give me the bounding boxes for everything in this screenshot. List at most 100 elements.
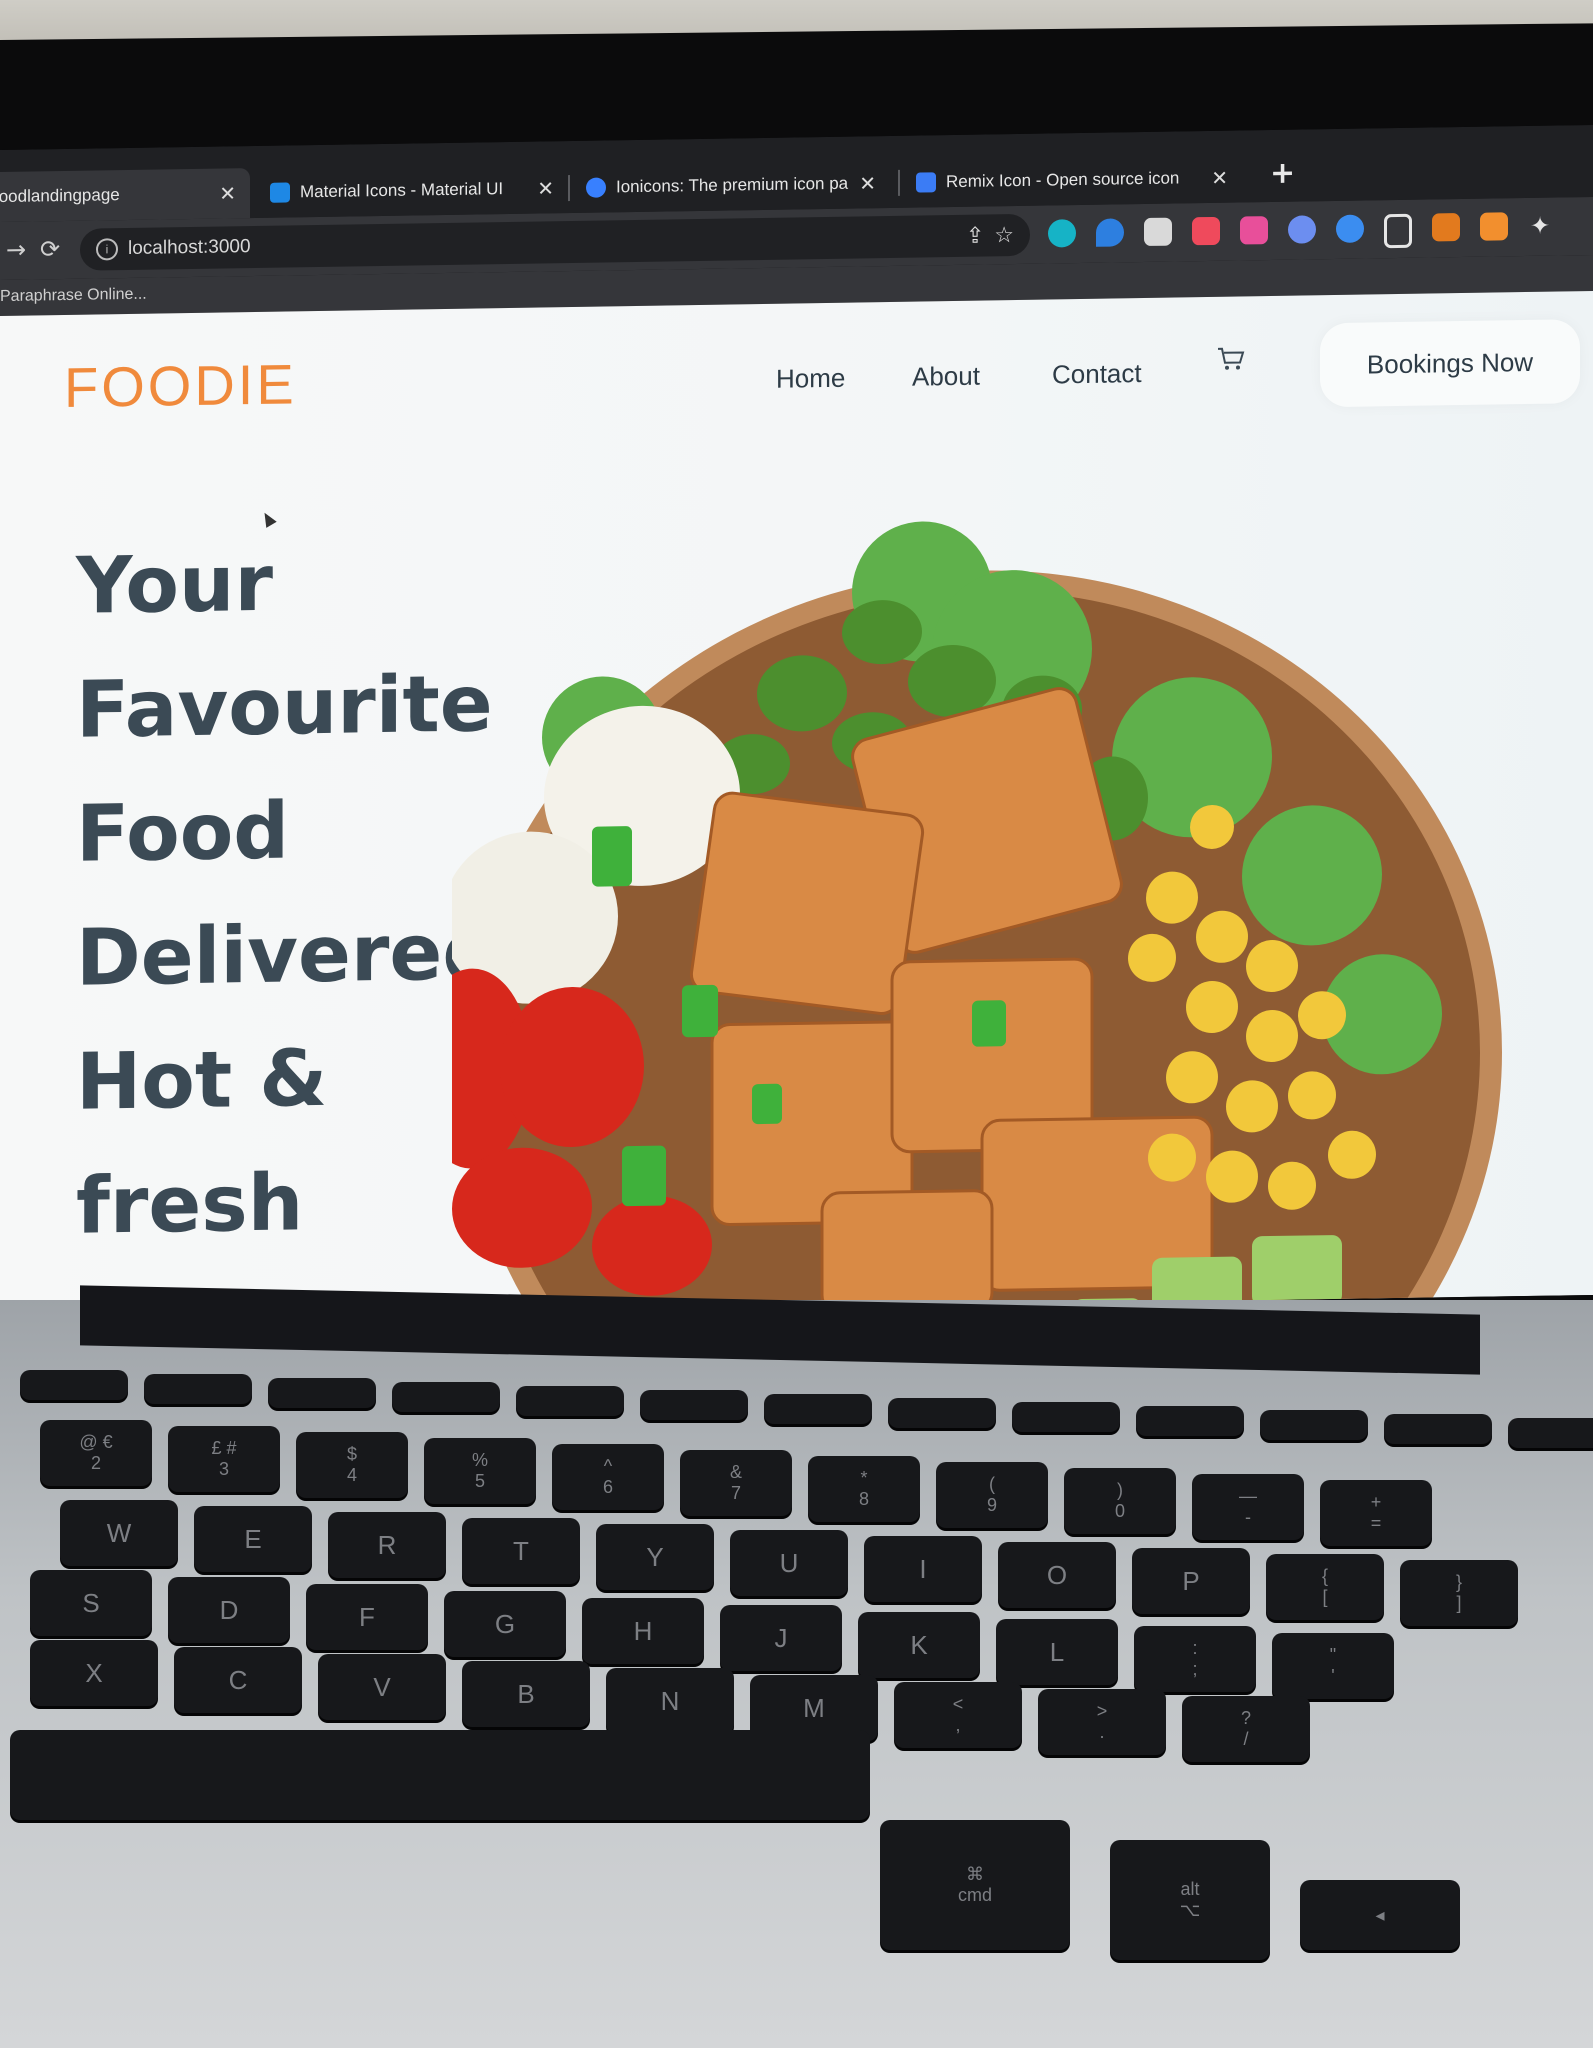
dropper-extension-icon[interactable] [1096, 218, 1124, 247]
function-key[interactable] [268, 1378, 376, 1408]
key-?/[interactable]: ? / [1182, 1696, 1310, 1762]
bookings-now-button[interactable]: Bookings Now [1320, 319, 1580, 408]
key-u[interactable]: U [730, 1530, 848, 1596]
key-t[interactable]: T [462, 1518, 580, 1584]
function-key[interactable] [144, 1374, 252, 1404]
function-key[interactable] [1136, 1406, 1244, 1436]
square-extension-icon[interactable] [1480, 212, 1508, 241]
key-l[interactable]: L [996, 1619, 1118, 1685]
address-text: localhost:3000 [128, 236, 251, 259]
function-key[interactable] [392, 1382, 500, 1412]
circle-extension-icon[interactable] [1288, 215, 1316, 244]
reload-icon[interactable]: ⟳ [40, 235, 60, 263]
key-y[interactable]: Y [596, 1524, 714, 1590]
close-icon[interactable]: ✕ [859, 171, 876, 196]
function-key[interactable] [1384, 1414, 1492, 1444]
function-key[interactable] [764, 1394, 872, 1424]
key-}][interactable]: } ] [1400, 1560, 1518, 1626]
key-w[interactable]: W [60, 1500, 178, 1566]
function-key[interactable] [1260, 1410, 1368, 1440]
material-ui-icon [270, 182, 290, 203]
key-—-[interactable]: — - [1192, 1474, 1304, 1540]
key-:;[interactable]: : ; [1134, 1626, 1256, 1692]
close-icon[interactable]: ✕ [537, 176, 554, 201]
tab-title: Remix Icon - Open source icon [946, 168, 1180, 192]
key-<,[interactable]: < , [894, 1682, 1022, 1748]
key-c[interactable]: C [174, 1647, 302, 1713]
space-bar[interactable] [10, 1730, 870, 1820]
key-k[interactable]: K [858, 1612, 980, 1678]
key-^6[interactable]: ^ 6 [552, 1444, 664, 1510]
key-j[interactable]: J [720, 1605, 842, 1671]
key-)0[interactable]: ) 0 [1064, 1468, 1176, 1534]
tab-separator [568, 175, 570, 202]
nav-about[interactable]: About [912, 361, 980, 393]
key-o[interactable]: O [998, 1542, 1116, 1608]
key-r[interactable]: R [328, 1512, 446, 1578]
tab-ionicons[interactable]: Ionicons: The premium icon pa ✕ [572, 158, 890, 213]
function-key[interactable] [20, 1370, 128, 1400]
cart-icon[interactable] [1216, 344, 1246, 374]
key-s[interactable]: S [30, 1570, 152, 1636]
key-i[interactable]: I [864, 1536, 982, 1602]
tab-material-icons[interactable]: Material Icons - Material UI ✕ [256, 163, 568, 218]
key-p[interactable]: P [1132, 1548, 1250, 1614]
key-"'[interactable]: " ' [1272, 1633, 1394, 1699]
key-%5[interactable]: % 5 [424, 1438, 536, 1504]
key-g[interactable]: G [444, 1591, 566, 1657]
puzzle-icon[interactable]: ✦ [1530, 212, 1558, 240]
grammarly-extension-icon[interactable] [1048, 219, 1076, 248]
function-key[interactable] [1508, 1418, 1593, 1448]
tab-remix-icon[interactable]: Remix Icon - Open source icon ✕ [902, 152, 1242, 207]
food-bowl-image [452, 521, 1502, 1321]
close-icon[interactable]: ✕ [1211, 165, 1228, 190]
function-key[interactable] [640, 1390, 748, 1420]
key-@€2[interactable]: @ € 2 [40, 1420, 152, 1486]
key-d[interactable]: D [168, 1577, 290, 1643]
key-b[interactable]: B [462, 1661, 590, 1727]
forward-icon[interactable]: → [6, 236, 26, 264]
key-£#3[interactable]: £ # 3 [168, 1426, 280, 1492]
hero-line: Hot & [76, 1033, 328, 1128]
function-key[interactable] [888, 1398, 996, 1428]
alt-key[interactable]: alt ⌥ [1110, 1840, 1270, 1960]
key-(9[interactable]: ( 9 [936, 1462, 1048, 1528]
key-e[interactable]: E [194, 1506, 312, 1572]
nav-contact[interactable]: Contact [1052, 358, 1142, 390]
key-v[interactable]: V [318, 1654, 446, 1720]
function-key[interactable] [1012, 1402, 1120, 1432]
f-extension-icon[interactable] [1192, 216, 1220, 246]
laptop-screen: foodlandingpage ✕ Material Icons - Mater… [0, 124, 1593, 1321]
list-extension-icon[interactable] [1240, 216, 1268, 245]
key-x[interactable]: X [30, 1640, 158, 1706]
arrow-left-key[interactable]: ◂ [1300, 1880, 1460, 1950]
shield-extension-icon[interactable] [1384, 213, 1412, 249]
close-icon[interactable]: ✕ [219, 181, 236, 206]
bookmark-item[interactable]: Paraphrase Online... [0, 286, 147, 306]
key-{[[interactable]: { [ [1266, 1554, 1384, 1620]
v-extension-icon[interactable] [1336, 214, 1364, 244]
key-f[interactable]: F [306, 1584, 428, 1650]
new-tab-button[interactable]: + [1270, 156, 1295, 191]
web-page: FOODIE Home About Contact Bookings Now Y… [0, 290, 1593, 1321]
tab-title: foodlandingpage [0, 185, 120, 207]
menu-extension-icon[interactable] [1144, 217, 1172, 247]
key-&7[interactable]: & 7 [680, 1450, 792, 1516]
site-info-icon[interactable]: i [96, 238, 118, 261]
key-h[interactable]: H [582, 1598, 704, 1664]
share-icon[interactable]: ⇪ [966, 223, 984, 249]
metamask-extension-icon[interactable] [1432, 213, 1460, 242]
key-+=[interactable]: + = [1320, 1480, 1432, 1546]
address-bar[interactable]: i localhost:3000 ⇪ ☆ [80, 213, 1030, 271]
tab-separator [898, 169, 900, 196]
key-$4[interactable]: $ 4 [296, 1432, 408, 1498]
site-logo[interactable]: FOODIE [64, 351, 297, 420]
tab-foodlandingpage[interactable]: foodlandingpage ✕ [0, 168, 250, 223]
key->.[interactable]: > . [1038, 1689, 1166, 1755]
key-n[interactable]: N [606, 1668, 734, 1734]
key-*8[interactable]: * 8 [808, 1456, 920, 1522]
nav-home[interactable]: Home [776, 363, 845, 395]
function-key[interactable] [516, 1386, 624, 1416]
bookmark-star-icon[interactable]: ☆ [994, 222, 1014, 248]
cmd-key[interactable]: ⌘ cmd [880, 1820, 1070, 1950]
